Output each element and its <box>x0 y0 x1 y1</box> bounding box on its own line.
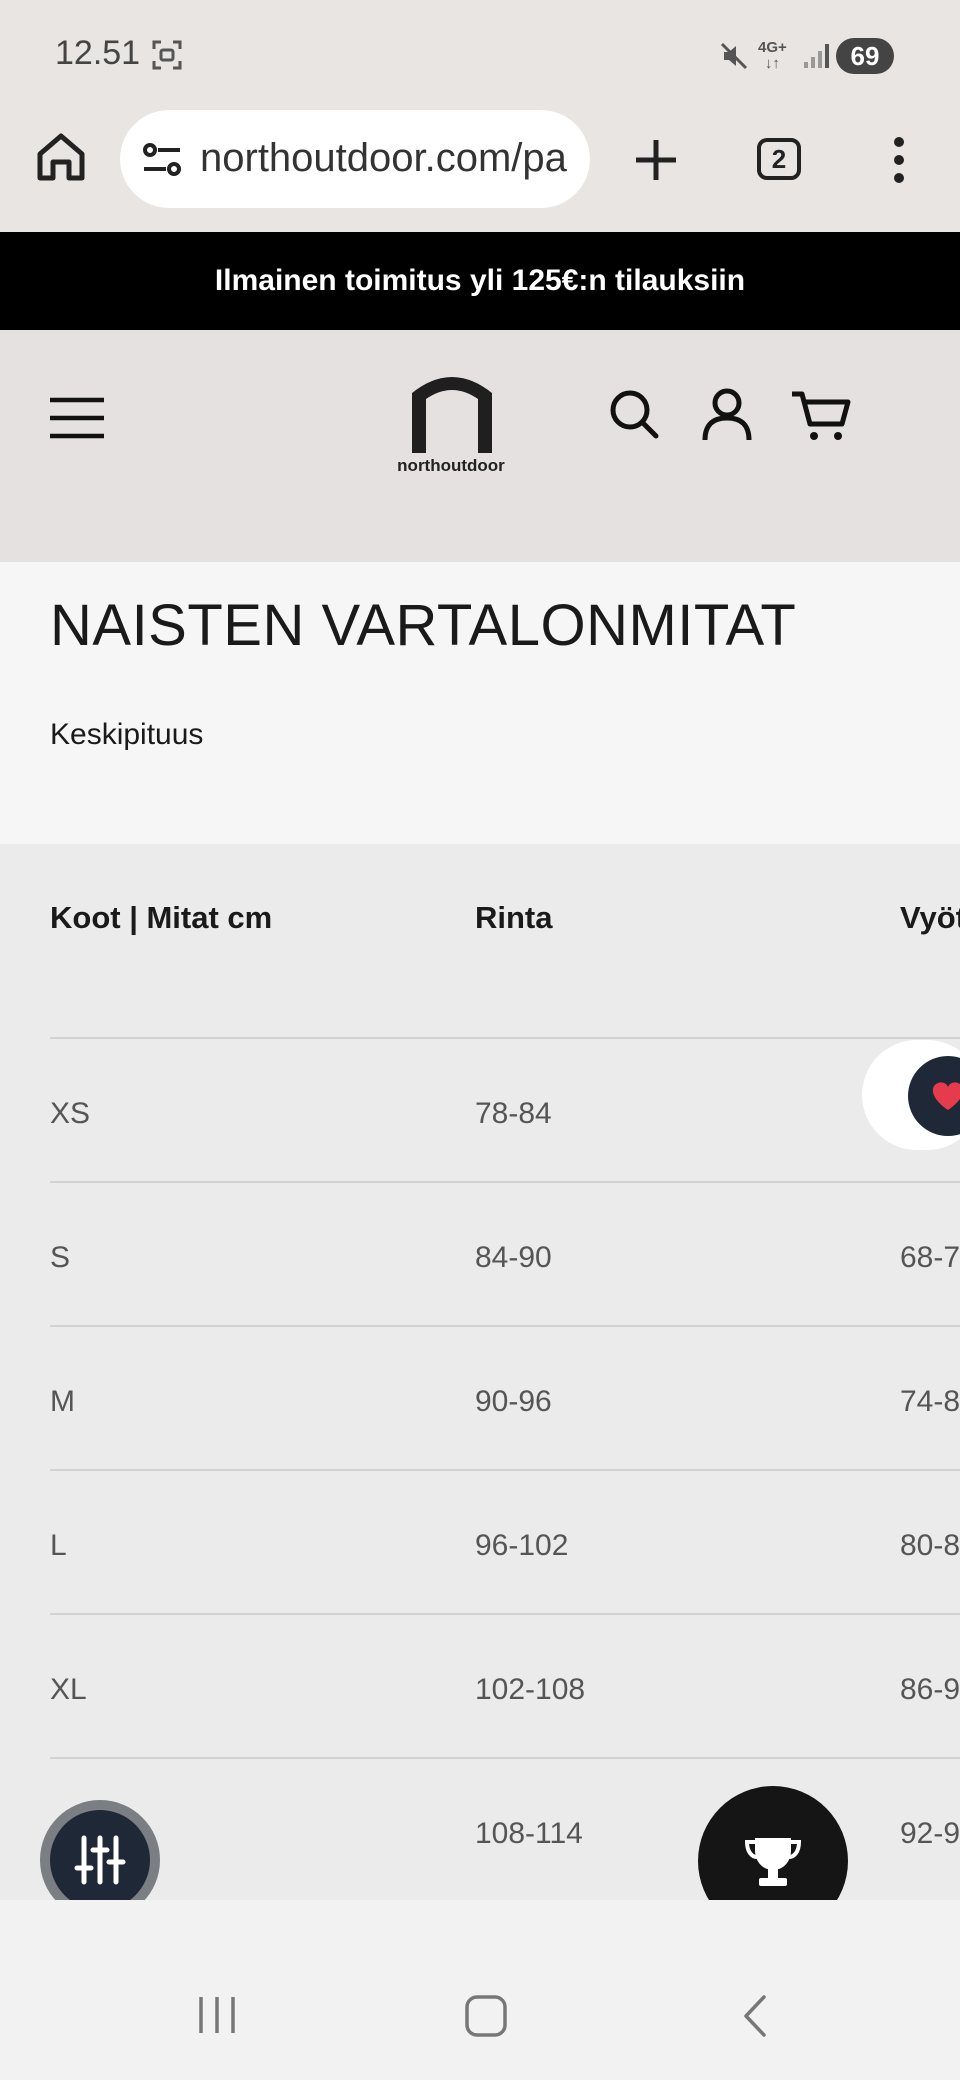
table-divider <box>50 1037 960 1039</box>
new-tab-button[interactable] <box>628 132 684 188</box>
network-icon: 4G+ ↓↑ <box>758 39 787 72</box>
table-header-size: Koot | Mitat cm <box>50 900 273 935</box>
signal-icon <box>804 44 829 68</box>
table-cell-size: S <box>50 1241 71 1274</box>
url-bar[interactable]: northoutdoor.com/pa <box>120 110 590 208</box>
table-divider <box>50 1181 960 1183</box>
screenshot-icon <box>152 40 182 70</box>
table-cell-waist: 68-7 <box>900 1241 960 1274</box>
table-cell-chest: 96-102 <box>475 1529 569 1562</box>
table-cell-waist: 80-8 <box>900 1529 960 1562</box>
search-icon[interactable] <box>608 388 660 440</box>
network-label: 4G+ <box>758 39 787 56</box>
recent-apps-icon[interactable] <box>195 1995 239 2035</box>
page-subtitle: Keskipituus <box>50 718 204 751</box>
url-text: northoutdoor.com/pa <box>200 136 567 180</box>
table-cell-chest: 102-108 <box>475 1673 586 1706</box>
table-cell-waist: 92-9 <box>900 1817 960 1850</box>
table-cell-size: XL <box>50 1673 87 1706</box>
battery-indicator: 69 <box>836 38 894 74</box>
system-nav-bar <box>0 1900 960 2080</box>
table-divider <box>50 1613 960 1615</box>
table-divider <box>50 1325 960 1327</box>
mute-icon <box>720 42 748 70</box>
brand-logo-text: northoutdoor <box>397 456 505 475</box>
filter-button-inner[interactable] <box>50 1810 150 1910</box>
table-cell-size: L <box>50 1529 67 1562</box>
nav-home-icon[interactable] <box>464 1994 508 2038</box>
table-cell-size: XS <box>50 1097 91 1130</box>
table-cell-waist: 74-8 <box>900 1385 960 1418</box>
promo-banner: Ilmainen toimitus yli 125€:n tilauksiin <box>0 232 960 330</box>
menu-hamburger-icon[interactable] <box>48 396 106 440</box>
table-cell-chest: 108-114 <box>475 1817 583 1850</box>
table-divider <box>50 1469 960 1471</box>
page-title: NAISTEN VARTALONMITAT <box>50 593 797 658</box>
tab-switcher-button[interactable]: 2 <box>757 138 801 180</box>
heart-icon <box>932 1082 960 1110</box>
table-cell-chest: 84-90 <box>475 1241 552 1274</box>
more-menu-icon[interactable] <box>885 132 913 188</box>
status-time: 12.51 <box>55 34 141 72</box>
site-settings-icon[interactable] <box>142 142 182 178</box>
account-icon[interactable] <box>700 386 754 442</box>
wishlist-button-inner[interactable] <box>908 1056 960 1136</box>
table-header-chest: Rinta <box>475 900 553 935</box>
table-header-waist: Vyöt <box>900 900 960 935</box>
back-icon[interactable] <box>738 1994 772 2038</box>
table-cell-chest: 90-96 <box>475 1385 552 1418</box>
cart-icon[interactable] <box>790 388 852 444</box>
home-button[interactable] <box>34 130 88 184</box>
table-divider <box>50 1757 960 1759</box>
sliders-icon <box>74 1835 126 1885</box>
table-cell-size: M <box>50 1385 75 1418</box>
table-cell-chest: 78-84 <box>475 1097 552 1130</box>
size-table <box>0 844 960 1900</box>
table-cell-waist: 86-9 <box>900 1673 960 1706</box>
